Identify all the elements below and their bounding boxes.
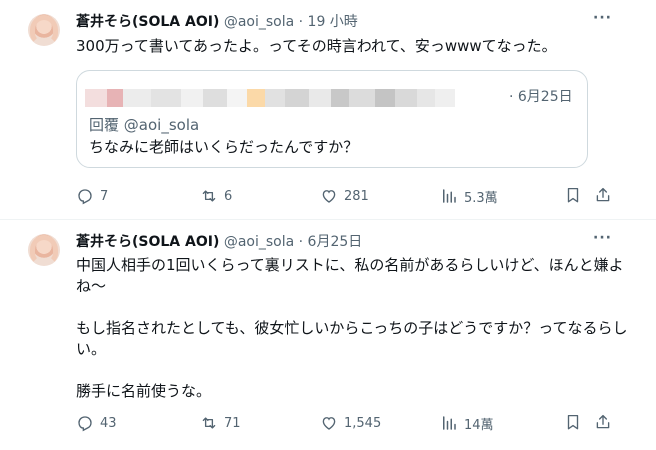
tweet-1[interactable]: 蒼井そら(SOLA AOI) @aoi_sola · 19 小時 ··· 300… bbox=[0, 0, 656, 220]
reply-context: 回覆 @aoi_sola bbox=[89, 115, 199, 135]
reply-count: 7 bbox=[100, 188, 109, 204]
avatar[interactable] bbox=[28, 14, 60, 46]
quote-timestamp[interactable]: · 6月25日 bbox=[509, 85, 573, 109]
retweet-button[interactable]: 71 bbox=[200, 412, 241, 434]
retweet-count: 71 bbox=[224, 415, 241, 431]
like-count: 281 bbox=[344, 188, 369, 204]
separator: · bbox=[298, 234, 304, 250]
views-icon bbox=[440, 187, 464, 205]
separator: · bbox=[298, 14, 304, 30]
reply-count: 43 bbox=[100, 415, 117, 431]
retweet-button[interactable]: 6 bbox=[200, 185, 232, 207]
tweet-text: 中国人相手の1回いくらって裏リストに、私の名前があるらしいけど、ほんと嫌よね〜 … bbox=[76, 256, 628, 400]
timestamp[interactable]: 6月25日 bbox=[308, 234, 363, 250]
reply-button[interactable]: 7 bbox=[76, 185, 108, 207]
quoted-tweet[interactable]: · 6月25日 回覆 @aoi_sola ちなみに老師はいくらだったんですか？ bbox=[76, 70, 588, 168]
views-button[interactable]: 5.3萬 bbox=[440, 185, 498, 207]
reply-handle[interactable]: @aoi_sola bbox=[124, 116, 199, 134]
action-bar: 7 6 281 5.3萬 bbox=[76, 185, 636, 207]
like-button[interactable]: 1,545 bbox=[320, 412, 381, 434]
retweet-icon bbox=[200, 414, 224, 432]
bookmark-icon[interactable] bbox=[564, 413, 582, 435]
tweet-header: 蒼井そら(SOLA AOI) @aoi_sola · 19 小時 bbox=[76, 12, 358, 32]
avatar[interactable] bbox=[28, 234, 60, 266]
user-handle[interactable]: @aoi_sola bbox=[224, 14, 294, 30]
views-icon bbox=[440, 414, 464, 432]
views-count: 5.3萬 bbox=[464, 190, 498, 206]
retweet-icon bbox=[200, 187, 224, 205]
share-icon[interactable] bbox=[594, 186, 612, 208]
reply-prefix: 回覆 bbox=[89, 116, 120, 134]
like-count: 1,545 bbox=[344, 415, 382, 431]
display-name[interactable]: 蒼井そら(SOLA AOI) bbox=[76, 234, 219, 250]
tweet-text: 300万って書いてあったよ。ってその時言われて、安っwwwてなった。 bbox=[76, 37, 557, 55]
reply-icon bbox=[76, 187, 100, 205]
reply-button[interactable]: 43 bbox=[76, 412, 117, 434]
share-icon[interactable] bbox=[594, 413, 612, 435]
user-handle[interactable]: @aoi_sola bbox=[224, 234, 294, 250]
views-button[interactable]: 14萬 bbox=[440, 412, 494, 434]
action-bar: 43 71 1,545 14萬 bbox=[76, 412, 636, 434]
views-count: 14萬 bbox=[464, 417, 494, 433]
like-icon bbox=[320, 414, 344, 432]
timestamp[interactable]: 19 小時 bbox=[308, 14, 358, 30]
blurred-author bbox=[85, 87, 505, 109]
bookmark-icon[interactable] bbox=[564, 186, 582, 208]
more-icon[interactable]: ··· bbox=[593, 230, 612, 246]
display-name[interactable]: 蒼井そら(SOLA AOI) bbox=[76, 14, 219, 30]
reply-icon bbox=[76, 414, 100, 432]
retweet-count: 6 bbox=[224, 188, 233, 204]
like-icon bbox=[320, 187, 344, 205]
tweet-2[interactable]: 蒼井そら(SOLA AOI) @aoi_sola · 6月25日 ··· 中国人… bbox=[0, 220, 656, 450]
tweet-header: 蒼井そら(SOLA AOI) @aoi_sola · 6月25日 bbox=[76, 232, 362, 252]
quote-text: ちなみに老師はいくらだったんですか？ bbox=[89, 138, 359, 156]
like-button[interactable]: 281 bbox=[320, 185, 369, 207]
more-icon[interactable]: ··· bbox=[593, 10, 612, 26]
